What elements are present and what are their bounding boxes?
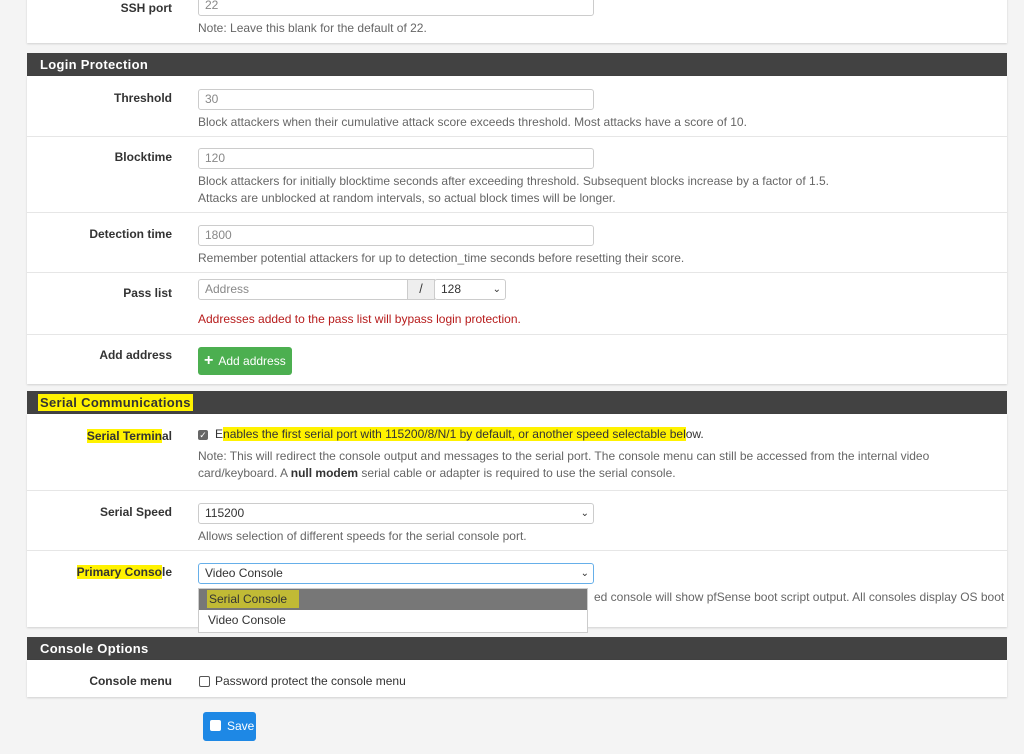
chevron-down-icon: ⌄ bbox=[580, 508, 589, 519]
console-menu-label: Console menu bbox=[89, 674, 172, 688]
serial-terminal-text: Enables the first serial port with 11520… bbox=[215, 427, 704, 441]
primary-console-help: ed console will show pfSense boot script… bbox=[594, 590, 1005, 604]
blocktime-input[interactable]: 120 bbox=[198, 148, 594, 169]
threshold-label: Threshold bbox=[113, 91, 172, 105]
threshold-input[interactable]: 30 bbox=[198, 89, 594, 110]
save-button[interactable]: Save bbox=[203, 712, 256, 741]
serial-speed-select[interactable]: 115200 ⌄ bbox=[198, 503, 594, 524]
serial-communications-title: Serial Communications bbox=[38, 394, 193, 411]
serial-speed-help: Allows selection of different speeds for… bbox=[198, 529, 527, 543]
primary-console-dropdown: Serial Console Video Console bbox=[198, 588, 588, 633]
pass-list-slash: / bbox=[407, 279, 435, 300]
chevron-down-icon: ⌄ bbox=[492, 284, 501, 295]
chevron-down-icon: ⌄ bbox=[580, 568, 589, 579]
console-options-header: Console Options bbox=[27, 637, 1007, 660]
primary-console-label: Primary Console bbox=[76, 565, 172, 579]
serial-speed-row: Serial Speed 115200 ⌄ Allows selection of… bbox=[27, 491, 1007, 551]
pass-list-address-input[interactable]: Address bbox=[198, 279, 408, 300]
blocktime-row: Blocktime 120 Block attackers for initia… bbox=[27, 136, 1007, 213]
detection-time-label: Detection time bbox=[89, 227, 172, 241]
serial-terminal-checkbox[interactable]: ✓ bbox=[198, 430, 208, 440]
ssh-port-input[interactable]: 22 bbox=[198, 0, 594, 16]
primary-console-value: Video Console bbox=[205, 566, 283, 580]
ssh-panel: SSH port 22 Note: Leave this blank for t… bbox=[27, 0, 1007, 43]
mask-value: 128 bbox=[441, 282, 462, 296]
blocktime-help-1: Block attackers for initially blocktime … bbox=[198, 174, 829, 188]
serial-speed-value: 115200 bbox=[205, 506, 245, 520]
pass-list-mask-select[interactable]: 128 ⌄ bbox=[434, 279, 506, 300]
add-address-button[interactable]: + Add address bbox=[198, 347, 292, 375]
serial-speed-label: Serial Speed bbox=[99, 505, 172, 519]
save-icon bbox=[210, 720, 221, 731]
threshold-help: Block attackers when their cumulative at… bbox=[198, 115, 747, 129]
primary-console-select[interactable]: Video Console ⌄ bbox=[198, 563, 594, 584]
option-serial-console[interactable]: Serial Console bbox=[199, 589, 587, 610]
blocktime-label: Blocktime bbox=[114, 150, 172, 164]
pass-list-warning: Addresses added to the pass list will by… bbox=[198, 312, 521, 326]
blocktime-help-2: Attacks are unblocked at random interval… bbox=[198, 191, 616, 205]
console-options-panel: Console menu Password protect the consol… bbox=[27, 660, 1007, 697]
add-address-row: Add address + Add address bbox=[27, 335, 1007, 384]
add-address-button-label: Add address bbox=[218, 354, 286, 368]
option-video-console[interactable]: Video Console bbox=[199, 610, 587, 631]
serial-terminal-note: Note: This will redirect the console out… bbox=[198, 449, 930, 480]
threshold-row: Threshold 30 Block attackers when their … bbox=[27, 76, 1007, 137]
serial-communications-header: Serial Communications bbox=[27, 391, 1007, 414]
ssh-port-label: SSH port bbox=[120, 1, 172, 15]
save-button-label: Save bbox=[227, 719, 255, 733]
login-protection-panel: Threshold 30 Block attackers when their … bbox=[27, 76, 1007, 384]
serial-terminal-row: Serial Terminal ✓ Enables the first seri… bbox=[27, 414, 1007, 491]
detection-row: Detection time 1800 Remember potential a… bbox=[27, 213, 1007, 273]
console-menu-text: Password protect the console menu bbox=[215, 674, 406, 688]
console-menu-checkbox[interactable] bbox=[199, 676, 210, 687]
plus-icon: + bbox=[204, 352, 214, 369]
detection-time-help: Remember potential attackers for up to d… bbox=[198, 251, 685, 265]
add-address-label: Add address bbox=[99, 348, 172, 362]
login-protection-header: Login Protection bbox=[27, 53, 1007, 76]
detection-time-input[interactable]: 1800 bbox=[198, 225, 594, 246]
ssh-port-note: Note: Leave this blank for the default o… bbox=[198, 21, 427, 35]
pass-list-row: Pass list Address / 128 ⌄ Addresses added… bbox=[27, 273, 1007, 335]
pass-list-label: Pass list bbox=[123, 286, 172, 300]
serial-terminal-label: Serial Terminal bbox=[86, 429, 172, 443]
